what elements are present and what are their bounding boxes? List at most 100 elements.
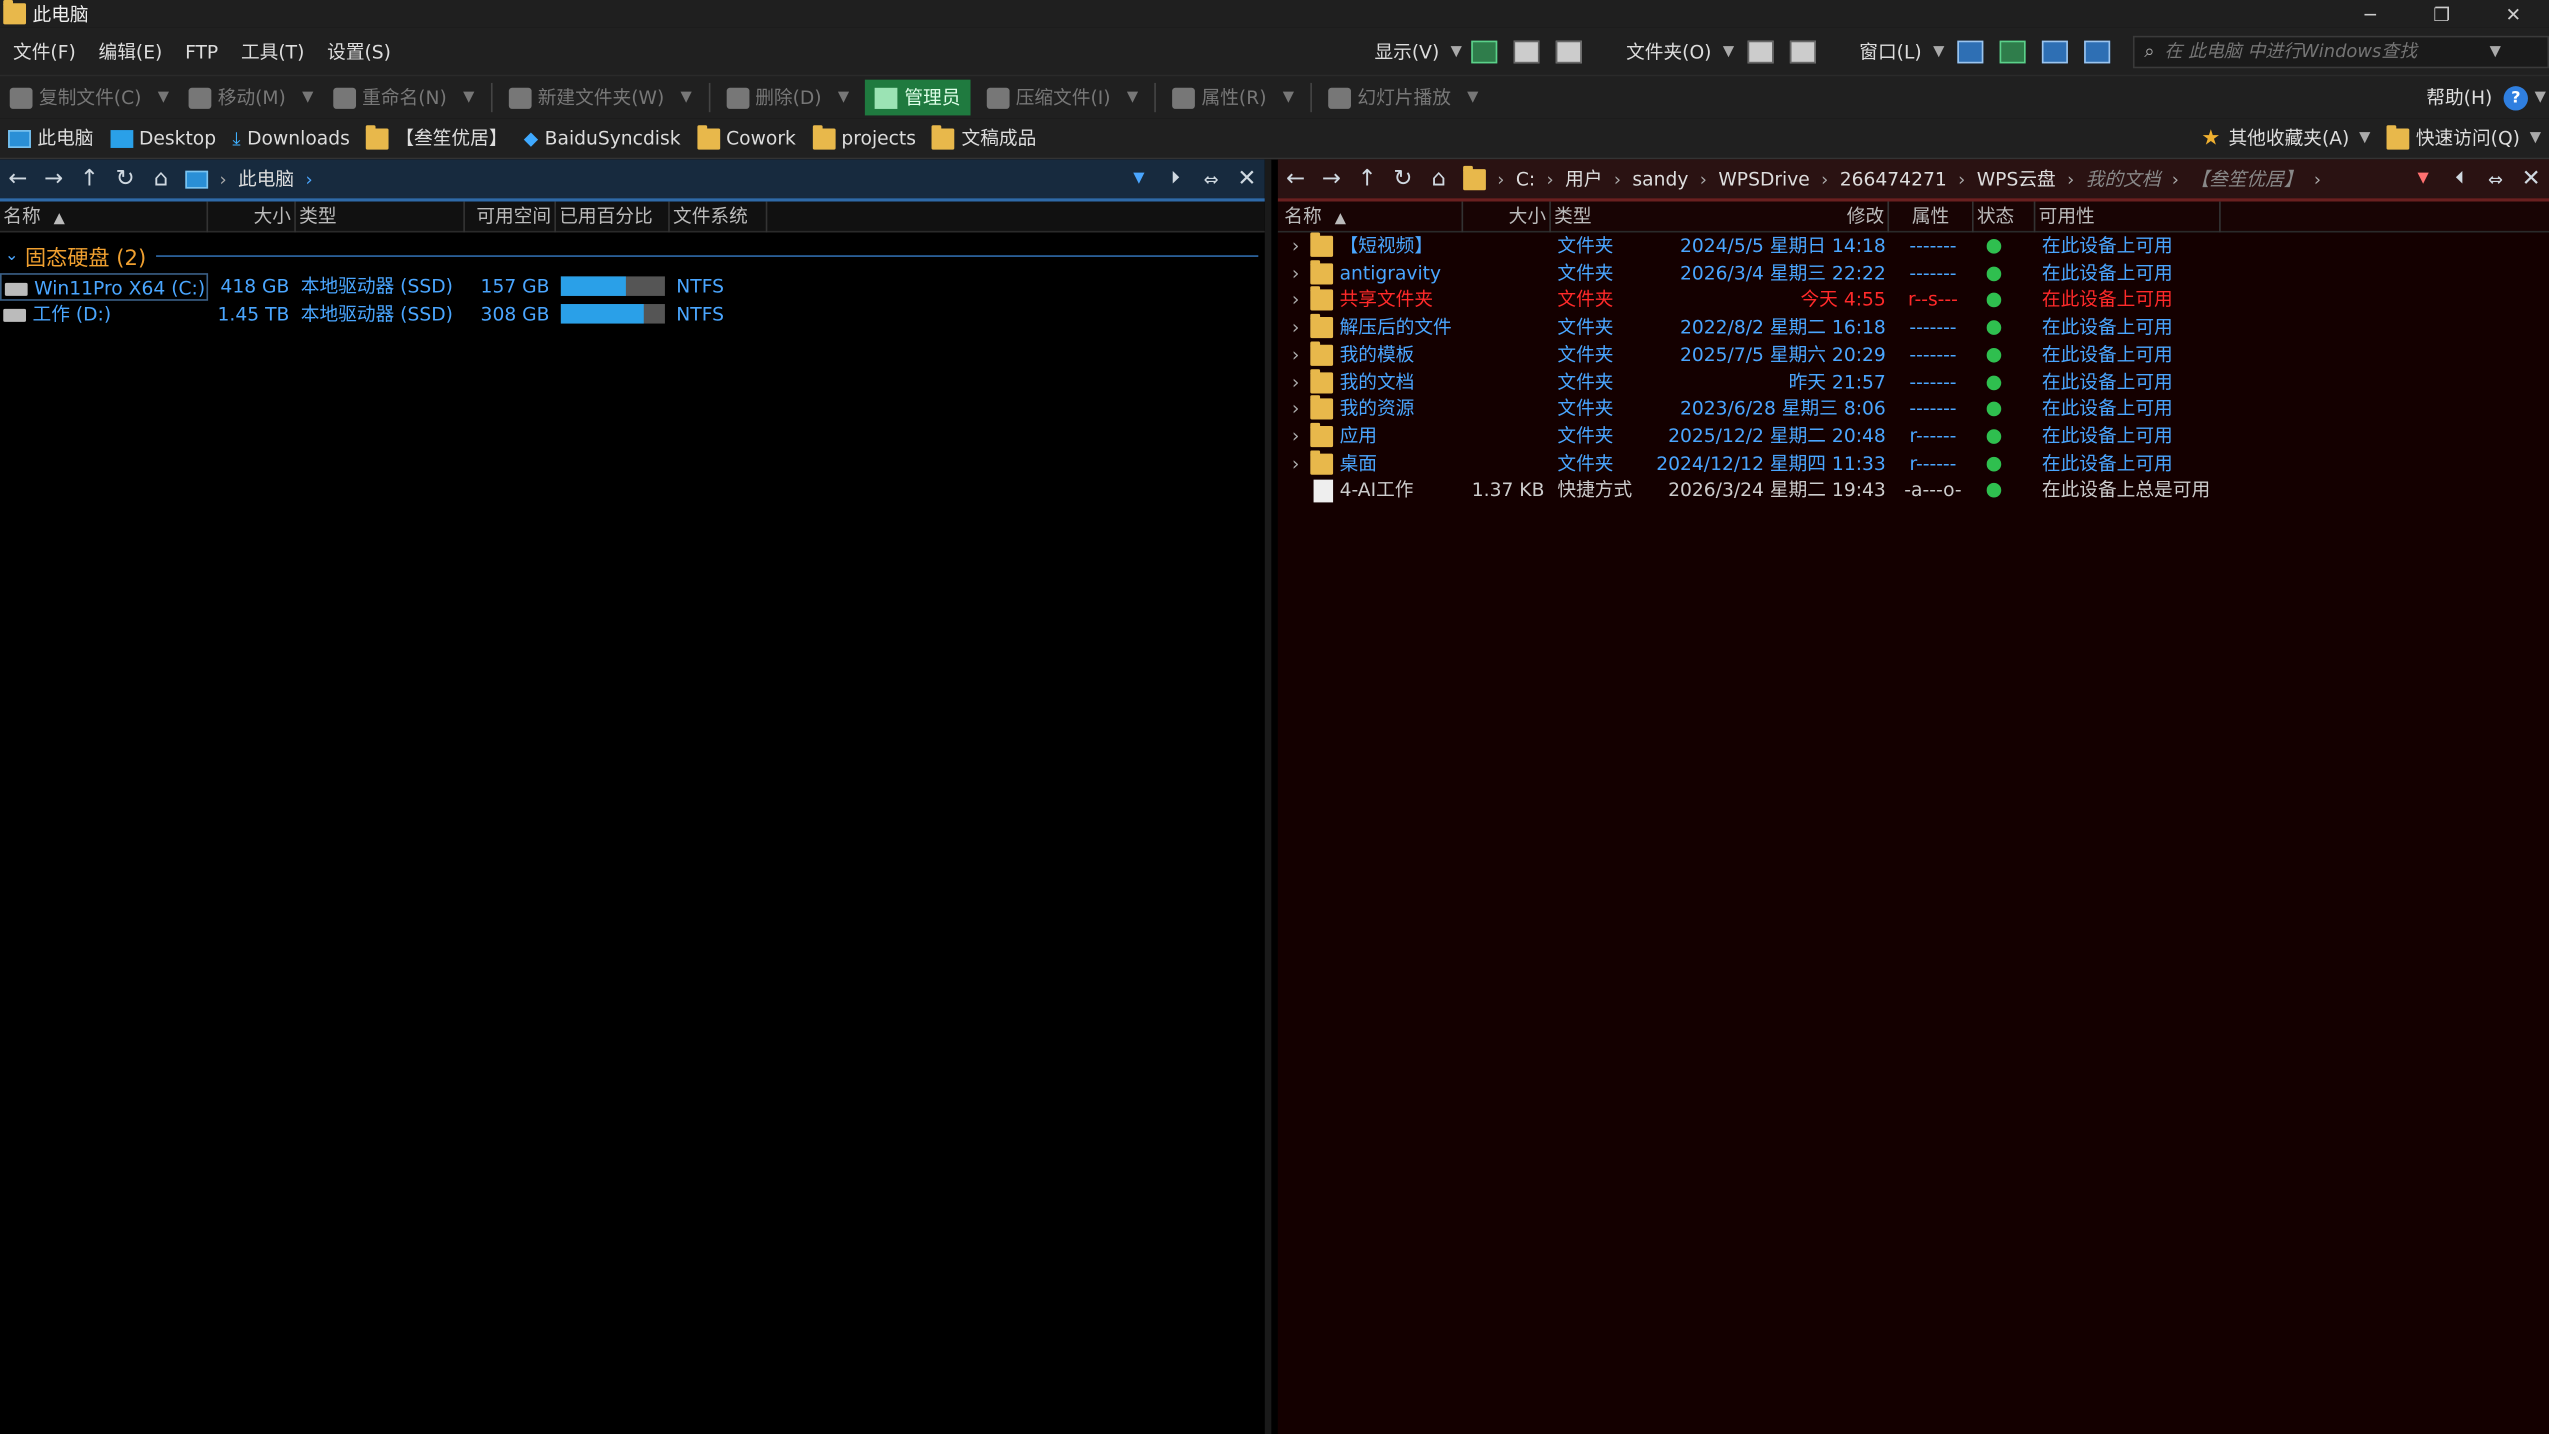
- menu-tools[interactable]: 工具(T): [230, 38, 316, 64]
- col-status[interactable]: 状态: [1974, 201, 2036, 233]
- breadcrumb-segment[interactable]: WPSDrive: [1712, 167, 1816, 190]
- quick-access-menu[interactable]: 快速访问(Q) ▼: [2378, 124, 2549, 151]
- col-fs[interactable]: 文件系统: [670, 201, 768, 233]
- rename-button[interactable]: 重命名(N) ▼: [323, 85, 484, 111]
- menu-settings[interactable]: 设置(S): [316, 38, 403, 64]
- file-name-cell[interactable]: › 桌面: [1284, 449, 1479, 478]
- layout-dual-icon[interactable]: [1999, 39, 2026, 63]
- breadcrumb-segment[interactable]: sandy: [1626, 167, 1695, 190]
- col-free[interactable]: 可用空间: [465, 201, 556, 233]
- left-pane[interactable]: ← → ↑ ↻ ⌂ › 此电脑 › ▼ ⏵ ⇔ ✕ 名称 ▲ 大小 类型 可用空间…: [0, 159, 1272, 1434]
- fav-item-documents[interactable]: 文稿成品: [924, 124, 1044, 151]
- col-attr[interactable]: 属性: [1889, 201, 1974, 233]
- admin-button[interactable]: 管理员: [865, 79, 971, 116]
- compress-button[interactable]: 压缩文件(I) ▼: [977, 85, 1148, 111]
- help-icon[interactable]: ?: [2503, 85, 2529, 110]
- breadcrumb-segment[interactable]: 【叁笙优居】: [2184, 166, 2309, 192]
- breadcrumb-segment[interactable]: WPS云盘: [1970, 166, 2062, 192]
- other-favorites-menu[interactable]: ★ 其他收藏夹(A) ▼: [2193, 125, 2378, 151]
- history-dropdown-icon[interactable]: ▼: [2418, 171, 2429, 187]
- breadcrumb-segment[interactable]: 用户: [1559, 166, 1609, 192]
- drive-row[interactable]: Win11Pro X64 (C:) 418 GB 本地驱动器 (SSD) 157 GB…: [0, 273, 1265, 301]
- refresh-icon[interactable]: ↻: [1385, 166, 1421, 192]
- drive-row[interactable]: 工作 (D:) 1.45 TB 本地驱动器 (SSD) 308 GB NTFS: [0, 301, 1265, 329]
- expand-chevron-icon[interactable]: ›: [1284, 260, 1307, 288]
- file-name-cell[interactable]: › 解压后的文件: [1284, 313, 1479, 342]
- fav-item-desktop[interactable]: Desktop: [102, 127, 225, 150]
- col-modified[interactable]: 修改: [1772, 201, 1890, 233]
- file-name-cell[interactable]: › 我的模板: [1284, 341, 1479, 369]
- fav-item-cowork[interactable]: Cowork: [689, 124, 804, 150]
- view-list-icon[interactable]: [1513, 39, 1540, 63]
- drive-name-cell[interactable]: Win11Pro X64 (C:): [0, 273, 209, 301]
- swap-pane-icon[interactable]: ⇔: [2478, 168, 2514, 189]
- back-arrow-icon[interactable]: ←: [1278, 166, 1314, 192]
- fav-item-baidusyncdisk[interactable]: ◆ BaiduSyncdisk: [516, 127, 689, 150]
- sync-pane-icon[interactable]: ⏵: [1157, 167, 1193, 190]
- file-row[interactable]: › 解压后的文件 文件夹 2022/8/2 星期二 16:18 ------- 在此设备上…: [1278, 313, 2549, 342]
- menu-window[interactable]: 窗口(L): [1848, 38, 1933, 64]
- up-arrow-icon[interactable]: ↑: [72, 166, 108, 192]
- back-arrow-icon[interactable]: ←: [0, 166, 36, 192]
- file-row[interactable]: › 我的模板 文件夹 2025/7/5 星期六 20:29 ------- 在此设备上可用: [1278, 341, 2549, 369]
- close-button[interactable]: ✕: [2478, 2, 2549, 25]
- expand-chevron-icon[interactable]: ›: [1284, 450, 1307, 478]
- drive-name-cell[interactable]: 工作 (D:): [0, 301, 208, 329]
- file-name-cell[interactable]: › 共享文件夹: [1284, 286, 1479, 315]
- breadcrumb-segment[interactable]: 我的文档: [2079, 166, 2167, 192]
- sync-pane-icon[interactable]: ⏴: [2442, 167, 2478, 190]
- home-icon[interactable]: ⌂: [143, 166, 179, 192]
- file-name-cell[interactable]: › 应用: [1284, 422, 1479, 451]
- slideshow-button[interactable]: 幻灯片播放 ▼: [1318, 85, 1488, 111]
- left-address-bar[interactable]: ← → ↑ ↻ ⌂ › 此电脑 › ▼ ⏵ ⇔ ✕: [0, 159, 1265, 202]
- expand-chevron-icon[interactable]: ›: [1284, 287, 1307, 315]
- layout-horizontal-icon[interactable]: [1957, 39, 1984, 63]
- menu-edit[interactable]: 编辑(E): [87, 38, 174, 64]
- file-row[interactable]: › 【短视频】 文件夹 2024/5/5 星期日 14:18 ------- 在此设备上可…: [1278, 232, 2549, 261]
- file-name-cell[interactable]: › antigravity: [1284, 259, 1479, 288]
- menu-display[interactable]: 显示(V): [1363, 38, 1451, 64]
- col-name[interactable]: 名称 ▲: [1278, 201, 1464, 233]
- new-folder-button[interactable]: 新建文件夹(W) ▼: [499, 85, 702, 111]
- group-header-ssd[interactable]: ⌄ 固态硬盘 (2): [0, 241, 1265, 271]
- col-size[interactable]: 大小: [208, 201, 296, 233]
- layout-single-icon[interactable]: [2084, 39, 2111, 63]
- fav-item-sansheng[interactable]: 【叁笙优居】: [358, 124, 516, 151]
- minimize-button[interactable]: ─: [2335, 2, 2407, 25]
- file-name-cell[interactable]: 4-AI工作: [1284, 477, 1479, 505]
- col-availability[interactable]: 可用性: [2035, 201, 2221, 233]
- folder-view-icon[interactable]: [1789, 39, 1816, 63]
- col-type[interactable]: 类型: [296, 201, 465, 233]
- file-row[interactable]: › 应用 文件夹 2025/12/2 星期二 20:48 r------ 在此设备上可用: [1278, 422, 2549, 451]
- swap-pane-icon[interactable]: ⇔: [1193, 168, 1229, 189]
- help-menu[interactable]: 帮助(H): [2415, 85, 2504, 111]
- file-name-cell[interactable]: › 【短视频】: [1284, 232, 1479, 261]
- up-arrow-icon[interactable]: ↑: [1349, 166, 1385, 192]
- move-button[interactable]: 移动(M) ▼: [179, 85, 323, 111]
- view-thumbnails-icon[interactable]: [1556, 39, 1583, 63]
- expand-chevron-icon[interactable]: ›: [1284, 423, 1307, 451]
- file-name-cell[interactable]: › 我的资源: [1284, 395, 1479, 423]
- file-row[interactable]: 4-AI工作 1.37 KB 快捷方式 2026/3/24 星期二 19:43 -a--…: [1278, 477, 2549, 505]
- home-icon[interactable]: ⌂: [1421, 166, 1457, 192]
- properties-button[interactable]: 属性(R) ▼: [1163, 85, 1304, 111]
- expand-chevron-icon[interactable]: ›: [1284, 368, 1307, 396]
- expand-chevron-icon[interactable]: ›: [1284, 233, 1307, 261]
- expand-chevron-icon[interactable]: ›: [1284, 314, 1307, 342]
- file-row[interactable]: › 我的资源 文件夹 2023/6/28 星期三 8:06 ------- 在此设备上可用: [1278, 395, 2549, 423]
- breadcrumb-this-pc[interactable]: 此电脑: [232, 166, 301, 192]
- copy-button[interactable]: 复制文件(C) ▼: [0, 85, 179, 111]
- breadcrumb-segment[interactable]: C:: [1509, 167, 1541, 190]
- menu-folder[interactable]: 文件夹(O): [1615, 38, 1723, 64]
- col-size[interactable]: 大小: [1463, 201, 1551, 233]
- expand-chevron-icon[interactable]: ›: [1284, 341, 1307, 369]
- breadcrumb-segment[interactable]: 266474271: [1833, 167, 1953, 190]
- layout-vertical-icon[interactable]: [2041, 39, 2068, 63]
- close-pane-icon[interactable]: ✕: [2513, 166, 2549, 192]
- file-name-cell[interactable]: › 我的文档: [1284, 368, 1479, 396]
- fav-item-downloads[interactable]: ⤓ Downloads: [224, 126, 358, 150]
- right-address-bar[interactable]: ← → ↑ ↻ ⌂ › C: › 用户 › sandy › WPSDrive › 2664742…: [1277, 159, 2549, 202]
- search-box[interactable]: ⌕ ▼: [2132, 34, 2549, 68]
- expand-chevron-icon[interactable]: ›: [1284, 395, 1307, 423]
- refresh-icon[interactable]: ↻: [107, 166, 143, 192]
